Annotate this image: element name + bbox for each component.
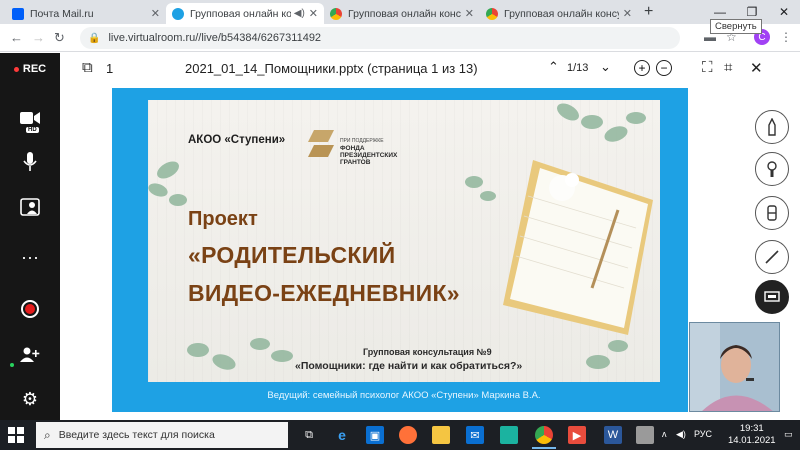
rec-indicator: REC	[0, 61, 60, 77]
reload-icon[interactable]: ↻	[54, 30, 65, 46]
microphone-icon[interactable]	[0, 151, 60, 173]
forward-icon[interactable]: →	[32, 30, 45, 45]
firefox-icon[interactable]	[399, 426, 417, 444]
crop-icon[interactable]: ⌗	[724, 59, 732, 76]
mail-icon	[12, 7, 24, 20]
close-tab-icon[interactable]: ✕	[309, 7, 318, 20]
windows-taskbar: ⌕ Введите здесь текст для поиска ⧉ e ▣ ✉…	[0, 420, 800, 450]
url-text: live.virtualroom.ru//live/b54384/6267311…	[108, 32, 322, 44]
slide: АКОО «Ступени» ПРИ ПОДДЕРЖКЕ ФОНДА ПРЕЗИ…	[148, 100, 660, 382]
browser-menu-icon[interactable]: ⋮	[780, 30, 792, 44]
slide-title-line-2: ВИДЕО-ЕЖЕДНЕВНИК»	[188, 280, 460, 306]
conference-sidebar: REC HD ··· ⚙	[0, 53, 60, 420]
more-icon[interactable]: ···	[0, 247, 60, 267]
tab-consultation-3[interactable]: Групповая онлайн консульт ✕	[480, 3, 638, 24]
volume-icon[interactable]: ◀)	[676, 429, 686, 440]
virtualroom-icon	[172, 7, 184, 20]
eraser-tool-icon[interactable]	[755, 196, 789, 230]
word-icon[interactable]: W	[604, 426, 622, 444]
tab-consultation-2[interactable]: Групповая онлайн консульт ✕	[324, 3, 480, 24]
pencil-tool-icon[interactable]	[755, 110, 789, 144]
back-icon[interactable]: ←	[10, 30, 23, 45]
fit-screen-icon[interactable]: ⛶	[702, 59, 713, 76]
slide-title-line-1: «РОДИТЕЛЬСКИЙ	[188, 242, 396, 268]
participants-icon[interactable]	[0, 196, 60, 218]
fund-name: ФОНДА ПРЕЗИДЕНТСКИХ ГРАНТОВ	[340, 145, 398, 166]
document-viewer-toolbar: ⧉ 1 2021_01_14_Помощники.pptx (страница …	[60, 53, 800, 84]
video-camera-icon[interactable]	[0, 107, 60, 129]
browser-tab-strip: Почта Mail.ru ✕ Групповая онлайн консу ◀…	[0, 0, 800, 24]
mail-app-icon[interactable]: ✉	[466, 426, 484, 444]
line-tool-icon[interactable]	[755, 240, 789, 274]
speaker-icon[interactable]: ◀)	[294, 8, 305, 19]
chrome-tab-icon	[486, 7, 498, 20]
participant-video	[690, 323, 779, 411]
chevron-down-icon[interactable]: ⌄	[600, 59, 611, 75]
media-player-icon[interactable]: ▶	[568, 426, 586, 444]
org-name: АКОО «Ступени»	[188, 134, 286, 146]
pages-icon[interactable]: ⧉	[82, 59, 93, 76]
zoom-in-icon[interactable]: +	[634, 60, 650, 76]
chevron-up-icon[interactable]: ⌃	[548, 59, 559, 75]
close-tab-icon[interactable]: ✕	[465, 7, 474, 20]
edge-icon[interactable]: e	[333, 426, 351, 444]
file-explorer-icon[interactable]	[432, 426, 450, 444]
address-bar-row: ← → ↻ 🔒 live.virtualroom.ru//live/b54384…	[0, 24, 800, 52]
add-user-icon[interactable]	[0, 345, 60, 365]
screen: Почта Mail.ru ✕ Групповая онлайн консу ◀…	[0, 0, 800, 450]
clock[interactable]: 19:31 14.01.2021	[728, 423, 776, 447]
close-window-button[interactable]: ✕	[768, 0, 800, 24]
app-icon-2[interactable]	[636, 426, 654, 444]
consultation-number: Групповая консультация №9	[363, 347, 492, 357]
project-label: Проект	[188, 208, 258, 230]
close-tab-icon[interactable]: ✕	[151, 7, 160, 20]
fund-logo-icon	[308, 130, 334, 157]
close-tab-icon[interactable]: ✕	[623, 7, 632, 20]
zoom-out-icon[interactable]: −	[656, 60, 672, 76]
hd-badge: HD	[26, 127, 39, 133]
notifications-icon[interactable]: ▭	[784, 429, 793, 440]
consultation-topic: «Помощники: где найти и как обратиться?»	[295, 360, 523, 372]
tab-virtualroom[interactable]: Групповая онлайн консу ◀) ✕	[166, 3, 324, 24]
lock-icon[interactable]: 🔒	[88, 33, 100, 44]
tooltip-minimize: Свернуть	[710, 19, 762, 34]
record-icon	[21, 300, 39, 318]
new-tab-button[interactable]: +	[644, 3, 653, 21]
close-viewer-icon[interactable]: ✕	[750, 59, 763, 77]
search-icon: ⌕	[44, 427, 51, 442]
file-title: 2021_01_14_Помощники.pptx (страница 1 из…	[185, 61, 478, 76]
page-counter: 1/13	[567, 62, 589, 74]
settings-icon[interactable]: ⚙	[0, 389, 60, 409]
presentation-tool-icon[interactable]	[755, 280, 789, 314]
app-icon[interactable]	[500, 426, 518, 444]
fund-support-text: ПРИ ПОДДЕРЖКЕ	[340, 138, 384, 144]
windows-start-icon[interactable]	[8, 427, 24, 443]
webcam-preview[interactable]	[689, 322, 780, 412]
lang-indicator[interactable]: РУС	[694, 429, 712, 439]
task-view-icon[interactable]: ⧉	[300, 426, 318, 444]
chrome-tab-icon	[330, 7, 342, 20]
store-icon[interactable]: ▣	[366, 426, 384, 444]
chrome-icon[interactable]	[535, 426, 553, 444]
page-index: 1	[106, 61, 114, 76]
record-button[interactable]	[0, 299, 60, 319]
active-app-indicator	[532, 447, 556, 449]
taskbar-search[interactable]: ⌕ Введите здесь текст для поиска	[36, 422, 288, 448]
rec-dot-icon	[13, 66, 19, 72]
presenter-caption: Ведущий: семейный психолог АКОО «Ступени…	[267, 390, 541, 401]
tab-mail[interactable]: Почта Mail.ru ✕	[6, 3, 166, 24]
tray-arrow-icon[interactable]: ʌ	[662, 429, 667, 439]
url-field[interactable]: 🔒 live.virtualroom.ru//live/b54384/62673…	[80, 27, 680, 49]
brush-tool-icon[interactable]	[755, 152, 789, 186]
